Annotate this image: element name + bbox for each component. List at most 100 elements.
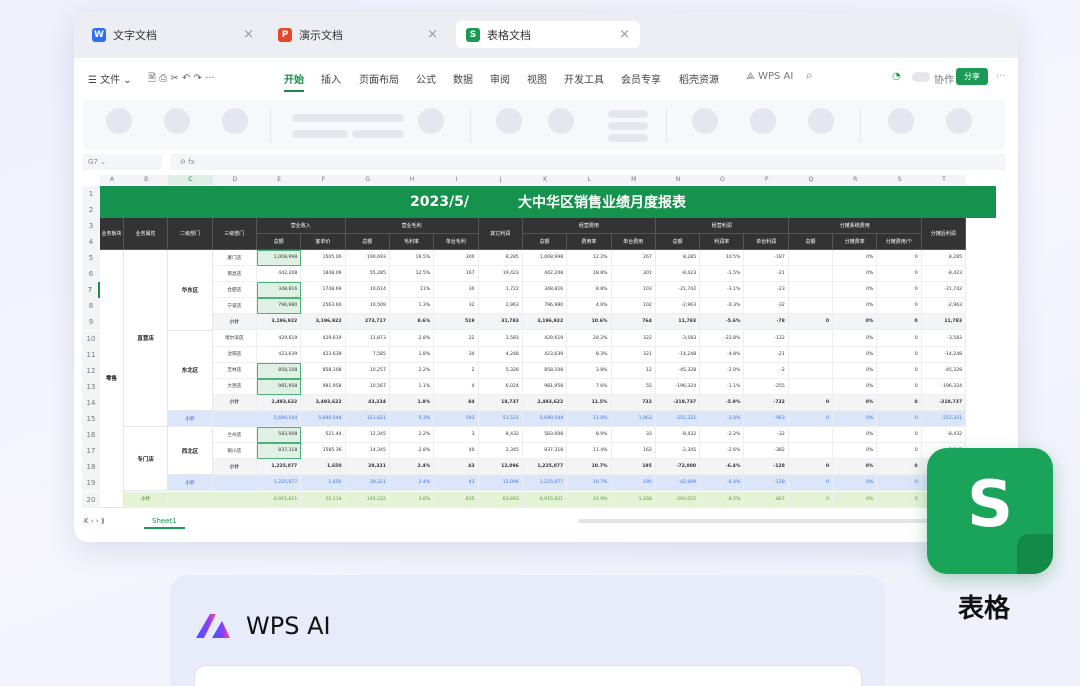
- data-cell[interactable]: 429,619: [301, 330, 346, 347]
- menu-resources[interactable]: 稻壳资源: [679, 71, 719, 86]
- row-header[interactable]: 18: [82, 459, 100, 476]
- menu-formula[interactable]: 公式: [416, 71, 436, 86]
- data-cell[interactable]: 11.0%: [567, 411, 612, 428]
- close-icon[interactable]: ×: [427, 27, 438, 42]
- store-cell[interactable]: 小计: [212, 459, 257, 476]
- data-cell[interactable]: 0%: [833, 394, 878, 411]
- data-cell[interactable]: 190,693: [345, 250, 390, 267]
- data-cell[interactable]: -14,248: [655, 346, 701, 363]
- column-header[interactable]: M: [611, 175, 656, 185]
- data-cell[interactable]: -21,742: [655, 282, 701, 299]
- ribbon-tool[interactable]: [808, 108, 834, 134]
- column-header[interactable]: S: [877, 175, 922, 185]
- data-cell[interactable]: -14,248: [921, 346, 967, 363]
- data-cell[interactable]: 521.44: [301, 427, 346, 444]
- data-cell[interactable]: 1748.69: [301, 282, 346, 299]
- row-header[interactable]: 1: [82, 186, 100, 202]
- row-header[interactable]: 4: [82, 234, 100, 250]
- data-cell[interactable]: 0: [877, 330, 922, 347]
- data-cell[interactable]: -867: [744, 491, 789, 508]
- data-cell[interactable]: -72,000: [655, 459, 701, 476]
- data-cell[interactable]: 796,980: [256, 298, 302, 315]
- data-cell[interactable]: 11.5%: [567, 394, 612, 411]
- data-cell[interactable]: 10,567: [345, 378, 390, 395]
- row-header[interactable]: 14: [82, 394, 100, 411]
- data-cell[interactable]: -3,583: [655, 330, 701, 347]
- data-cell[interactable]: 0: [877, 427, 922, 444]
- data-cell[interactable]: -5.6%: [700, 314, 745, 331]
- tab-spreadsheet-document[interactable]: S 表格文档 ×: [456, 21, 640, 48]
- data-cell[interactable]: 0: [877, 394, 922, 411]
- ribbon-tool[interactable]: [548, 108, 574, 134]
- data-cell[interactable]: -21: [744, 346, 789, 363]
- data-cell[interactable]: 162: [611, 443, 656, 460]
- data-cell[interactable]: -963: [744, 411, 789, 428]
- store-cell[interactable]: 银川店: [212, 443, 257, 460]
- formula-input[interactable]: ⊖ fx: [170, 154, 1006, 170]
- store-cell[interactable]: 小计: [212, 394, 257, 411]
- data-cell[interactable]: 3,583: [478, 330, 523, 347]
- data-cell[interactable]: 423,639: [256, 346, 302, 363]
- data-cell[interactable]: 0%: [833, 411, 878, 428]
- store-cell[interactable]: 小计: [212, 314, 257, 331]
- data-cell[interactable]: 19,423: [478, 266, 523, 283]
- data-cell[interactable]: 32: [434, 298, 479, 315]
- data-cell[interactable]: 732: [611, 394, 656, 411]
- data-cell[interactable]: 29,321: [345, 475, 390, 492]
- data-cell[interactable]: 3: [434, 427, 479, 444]
- data-cell[interactable]: 11,783: [655, 314, 701, 331]
- horizontal-scrollbar[interactable]: [578, 519, 950, 523]
- data-cell[interactable]: 40: [434, 443, 479, 460]
- ribbon-tool[interactable]: [164, 108, 190, 134]
- data-cell[interactable]: 5,690,544: [256, 411, 302, 428]
- menu-insert[interactable]: 插入: [321, 71, 341, 86]
- data-cell[interactable]: 1,722: [478, 282, 523, 299]
- data-cell[interactable]: -23: [744, 282, 789, 299]
- data-cell[interactable]: -219,737: [655, 394, 701, 411]
- data-cell[interactable]: 519: [434, 314, 479, 331]
- ribbon-tool[interactable]: [106, 108, 132, 134]
- data-cell[interactable]: 0%: [833, 475, 878, 492]
- data-cell[interactable]: -2,963: [921, 298, 967, 315]
- data-cell[interactable]: 12,345: [345, 427, 390, 444]
- data-cell[interactable]: 593: [434, 411, 479, 428]
- data-cell[interactable]: [788, 378, 834, 395]
- store-cell[interactable]: 厦门店: [212, 250, 257, 267]
- data-cell[interactable]: 43: [434, 475, 479, 492]
- data-cell[interactable]: 1.8%: [389, 394, 435, 411]
- data-cell[interactable]: 5,690,544: [301, 411, 346, 428]
- column-header[interactable]: R: [833, 175, 878, 185]
- close-icon[interactable]: ×: [619, 27, 630, 42]
- data-cell[interactable]: 6,915,621: [522, 491, 568, 508]
- data-cell[interactable]: 0: [877, 475, 922, 492]
- data-cell[interactable]: 10.5%: [700, 250, 745, 267]
- store-cell[interactable]: 哈尔滨店: [212, 330, 257, 347]
- data-cell[interactable]: 0: [788, 314, 834, 331]
- data-cell[interactable]: 345,332: [345, 491, 390, 508]
- data-cell[interactable]: 18,737: [478, 394, 523, 411]
- data-cell[interactable]: 2.4%: [389, 459, 435, 476]
- data-cell[interactable]: 981,958: [256, 378, 302, 395]
- ribbon-tool[interactable]: [692, 108, 718, 134]
- data-cell[interactable]: -32: [744, 427, 789, 444]
- ribbon-tool[interactable]: [750, 108, 776, 134]
- row-header[interactable]: 11: [82, 346, 100, 363]
- data-cell[interactable]: -128: [744, 459, 789, 476]
- data-cell[interactable]: 273,717: [345, 314, 390, 331]
- data-cell[interactable]: 0%: [833, 314, 878, 331]
- data-cell[interactable]: 10.9%: [567, 491, 612, 508]
- data-cell[interactable]: 2.4%: [389, 475, 435, 492]
- data-cell[interactable]: 30: [434, 282, 479, 299]
- data-cell[interactable]: 8.6%: [389, 314, 435, 331]
- data-cell[interactable]: -255: [744, 378, 789, 395]
- data-cell[interactable]: 3,196,922: [522, 314, 568, 331]
- column-header[interactable]: G: [345, 175, 390, 185]
- data-cell[interactable]: -45,328: [921, 362, 967, 379]
- data-cell[interactable]: 0%: [833, 266, 878, 283]
- data-cell[interactable]: -196,324: [921, 378, 967, 395]
- data-cell[interactable]: 0: [877, 250, 922, 267]
- data-cell[interactable]: 1,650: [301, 475, 346, 492]
- data-cell[interactable]: -8,423: [655, 266, 701, 283]
- menu-view[interactable]: 视图: [527, 71, 547, 86]
- row-header[interactable]: 16: [82, 427, 100, 444]
